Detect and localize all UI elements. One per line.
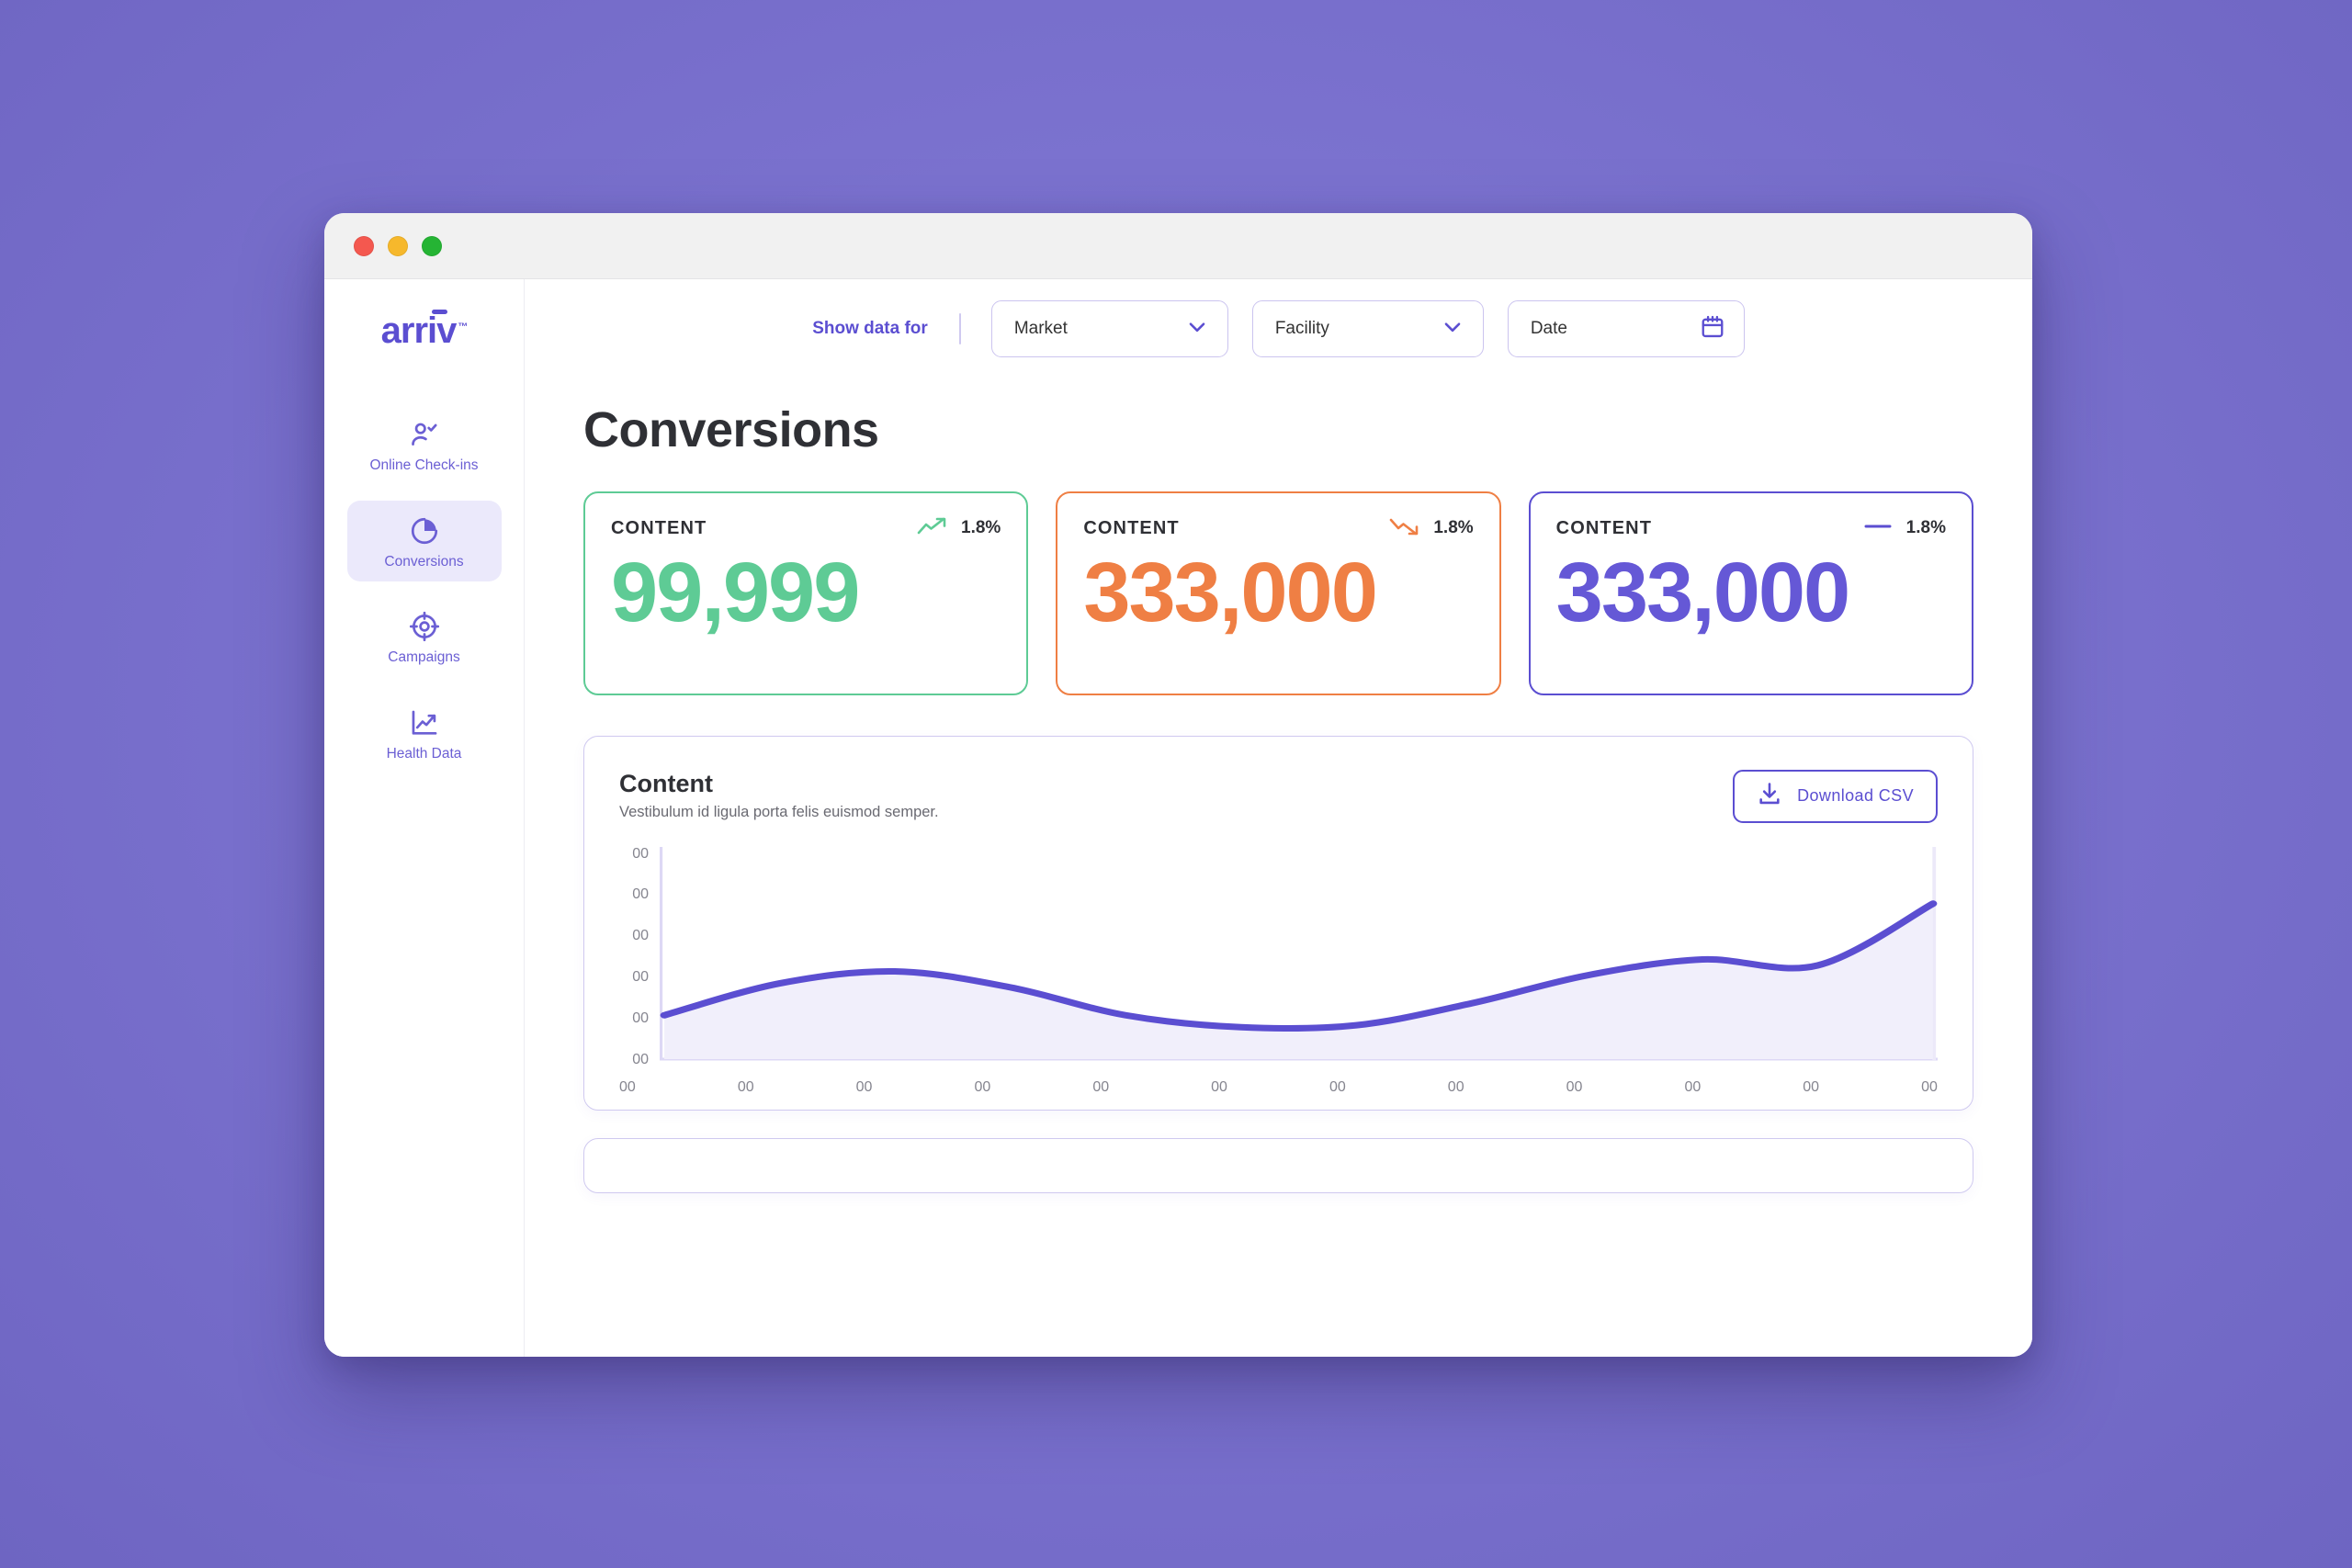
x-tick-label: 00 bbox=[1803, 1078, 1820, 1095]
target-icon bbox=[409, 611, 440, 642]
trend-down-icon bbox=[1389, 516, 1420, 541]
stat-card-row: CONTENT 1.8% 99,999 CONTENT 1.8% 333,000… bbox=[583, 491, 1973, 695]
zoom-window-button[interactable] bbox=[422, 235, 442, 256]
chart-y-axis: 00 00 00 00 00 00 bbox=[619, 845, 660, 1067]
user-check-icon bbox=[409, 419, 440, 450]
stat-card-trend: 1.8% bbox=[1389, 516, 1474, 541]
x-tick-label: 00 bbox=[1329, 1078, 1346, 1095]
sidebar-item-label: Campaigns bbox=[388, 649, 460, 665]
chart-heading-group: Content Vestibulum id ligula porta felis… bbox=[619, 770, 939, 821]
x-tick-label: 00 bbox=[1921, 1078, 1938, 1095]
stat-card-title: CONTENT bbox=[611, 517, 707, 538]
chart-subtitle: Vestibulum id ligula porta felis euismod… bbox=[619, 803, 939, 820]
secondary-card-partial bbox=[583, 1137, 1973, 1193]
stat-card-content-purple[interactable]: CONTENT 1.8% 333,000 bbox=[1528, 491, 1973, 695]
minimize-window-button[interactable] bbox=[388, 235, 408, 256]
sidebar-item-label: Conversions bbox=[384, 553, 464, 570]
date-picker-label: Date bbox=[1530, 319, 1567, 338]
toolbar-divider bbox=[958, 313, 961, 344]
x-tick-label: 00 bbox=[974, 1078, 991, 1095]
x-tick-label: 00 bbox=[1447, 1078, 1464, 1095]
y-tick-label: 00 bbox=[632, 969, 649, 986]
chevron-down-icon bbox=[1185, 315, 1209, 344]
stat-card-content-green[interactable]: CONTENT 1.8% 99,999 bbox=[583, 491, 1029, 695]
market-dropdown[interactable]: Market bbox=[990, 300, 1228, 357]
line-chart-icon bbox=[409, 707, 440, 739]
download-csv-button[interactable]: Download CSV bbox=[1733, 769, 1938, 823]
stat-card-delta: 1.8% bbox=[1433, 518, 1474, 538]
close-window-button[interactable] bbox=[354, 235, 374, 256]
download-icon bbox=[1757, 781, 1782, 811]
chart-area-fill bbox=[664, 903, 1933, 1059]
sidebar-item-health-data[interactable]: Health Data bbox=[347, 693, 502, 774]
trend-up-icon bbox=[917, 516, 948, 541]
x-tick-label: 00 bbox=[1211, 1078, 1227, 1095]
sidebar-item-conversions[interactable]: Conversions bbox=[346, 500, 502, 581]
stat-card-header: CONTENT 1.8% bbox=[1083, 516, 1473, 541]
filter-toolbar: Show data for Market Facility Date bbox=[525, 279, 2032, 378]
pie-chart-icon bbox=[409, 515, 440, 547]
chart-card: Content Vestibulum id ligula porta felis… bbox=[583, 735, 1973, 1111]
x-tick-label: 00 bbox=[619, 1078, 636, 1095]
x-tick-label: 00 bbox=[855, 1078, 873, 1095]
chart-x-axis: 00 00 00 00 00 00 00 00 00 00 00 00 bbox=[619, 1078, 1938, 1095]
sidebar-item-campaigns[interactable]: Campaigns bbox=[347, 596, 502, 678]
sidebar-item-label: Online Check-ins bbox=[369, 457, 479, 473]
stat-card-value: 99,999 bbox=[611, 545, 860, 639]
page-scroll-container[interactable]: Conversions CONTENT 1.8% 99,999 CONTENT … bbox=[525, 378, 2032, 1357]
x-tick-label: 00 bbox=[1566, 1078, 1583, 1095]
market-dropdown-label: Market bbox=[1013, 319, 1068, 338]
stat-card-title: CONTENT bbox=[1555, 517, 1653, 538]
show-data-for-label: Show data for bbox=[812, 319, 928, 338]
trend-flat-icon bbox=[1862, 516, 1894, 541]
chart-title: Content bbox=[619, 769, 713, 797]
stat-card-value: 333,000 bbox=[1555, 545, 1851, 639]
stat-card-delta: 1.8% bbox=[961, 518, 1001, 538]
y-tick-label: 00 bbox=[632, 928, 649, 944]
download-csv-label: Download CSV bbox=[1797, 786, 1914, 806]
stat-card-value: 333,000 bbox=[1083, 545, 1378, 639]
calendar-icon bbox=[1700, 314, 1725, 344]
main-content: Show data for Market Facility Date Conve… bbox=[525, 279, 2032, 1357]
chevron-down-icon bbox=[1441, 315, 1464, 344]
conversions-area-chart bbox=[660, 846, 1938, 1061]
y-tick-label: 00 bbox=[632, 1010, 649, 1026]
stat-card-header: CONTENT 1.8% bbox=[611, 516, 1001, 541]
window-titlebar bbox=[324, 213, 2032, 279]
sidebar-item-online-check-ins[interactable]: Online Check-ins bbox=[347, 404, 502, 486]
page-title: Conversions bbox=[583, 402, 879, 457]
sidebar: arriv ™ Online Check-ins Conversions Cam… bbox=[324, 279, 525, 1357]
y-tick-label: 00 bbox=[632, 1051, 649, 1067]
stat-card-delta: 1.8% bbox=[1905, 518, 1946, 538]
y-tick-label: 00 bbox=[632, 886, 649, 903]
stat-card-header: CONTENT 1.8% bbox=[1556, 516, 1946, 541]
x-tick-label: 00 bbox=[1092, 1078, 1110, 1095]
stat-card-trend: 1.8% bbox=[1862, 516, 1946, 541]
stat-card-content-orange[interactable]: CONTENT 1.8% 333,000 bbox=[1056, 491, 1501, 695]
window-body: arriv ™ Online Check-ins Conversions Cam… bbox=[324, 279, 2032, 1357]
stat-card-title: CONTENT bbox=[1083, 517, 1180, 538]
x-tick-label: 00 bbox=[1684, 1078, 1702, 1095]
logo-macron bbox=[431, 310, 447, 314]
app-logo: arriv ™ bbox=[380, 310, 468, 351]
x-tick-label: 00 bbox=[737, 1078, 754, 1095]
stat-card-trend: 1.8% bbox=[917, 516, 1001, 541]
sidebar-item-label: Health Data bbox=[386, 745, 462, 761]
chart-plot-area[interactable] bbox=[660, 846, 1938, 1067]
logo-trademark: ™ bbox=[458, 321, 468, 333]
facility-dropdown[interactable]: Facility bbox=[1251, 300, 1484, 357]
facility-dropdown-label: Facility bbox=[1274, 319, 1329, 338]
chart-card-header: Content Vestibulum id ligula porta felis… bbox=[619, 769, 1938, 823]
browser-window: arriv ™ Online Check-ins Conversions Cam… bbox=[324, 213, 2032, 1357]
chart-plot-wrapper: 00 00 00 00 00 00 bbox=[619, 845, 1938, 1067]
date-picker[interactable]: Date bbox=[1507, 300, 1745, 357]
y-tick-label: 00 bbox=[632, 845, 649, 862]
logo-text: arriv bbox=[380, 310, 458, 351]
